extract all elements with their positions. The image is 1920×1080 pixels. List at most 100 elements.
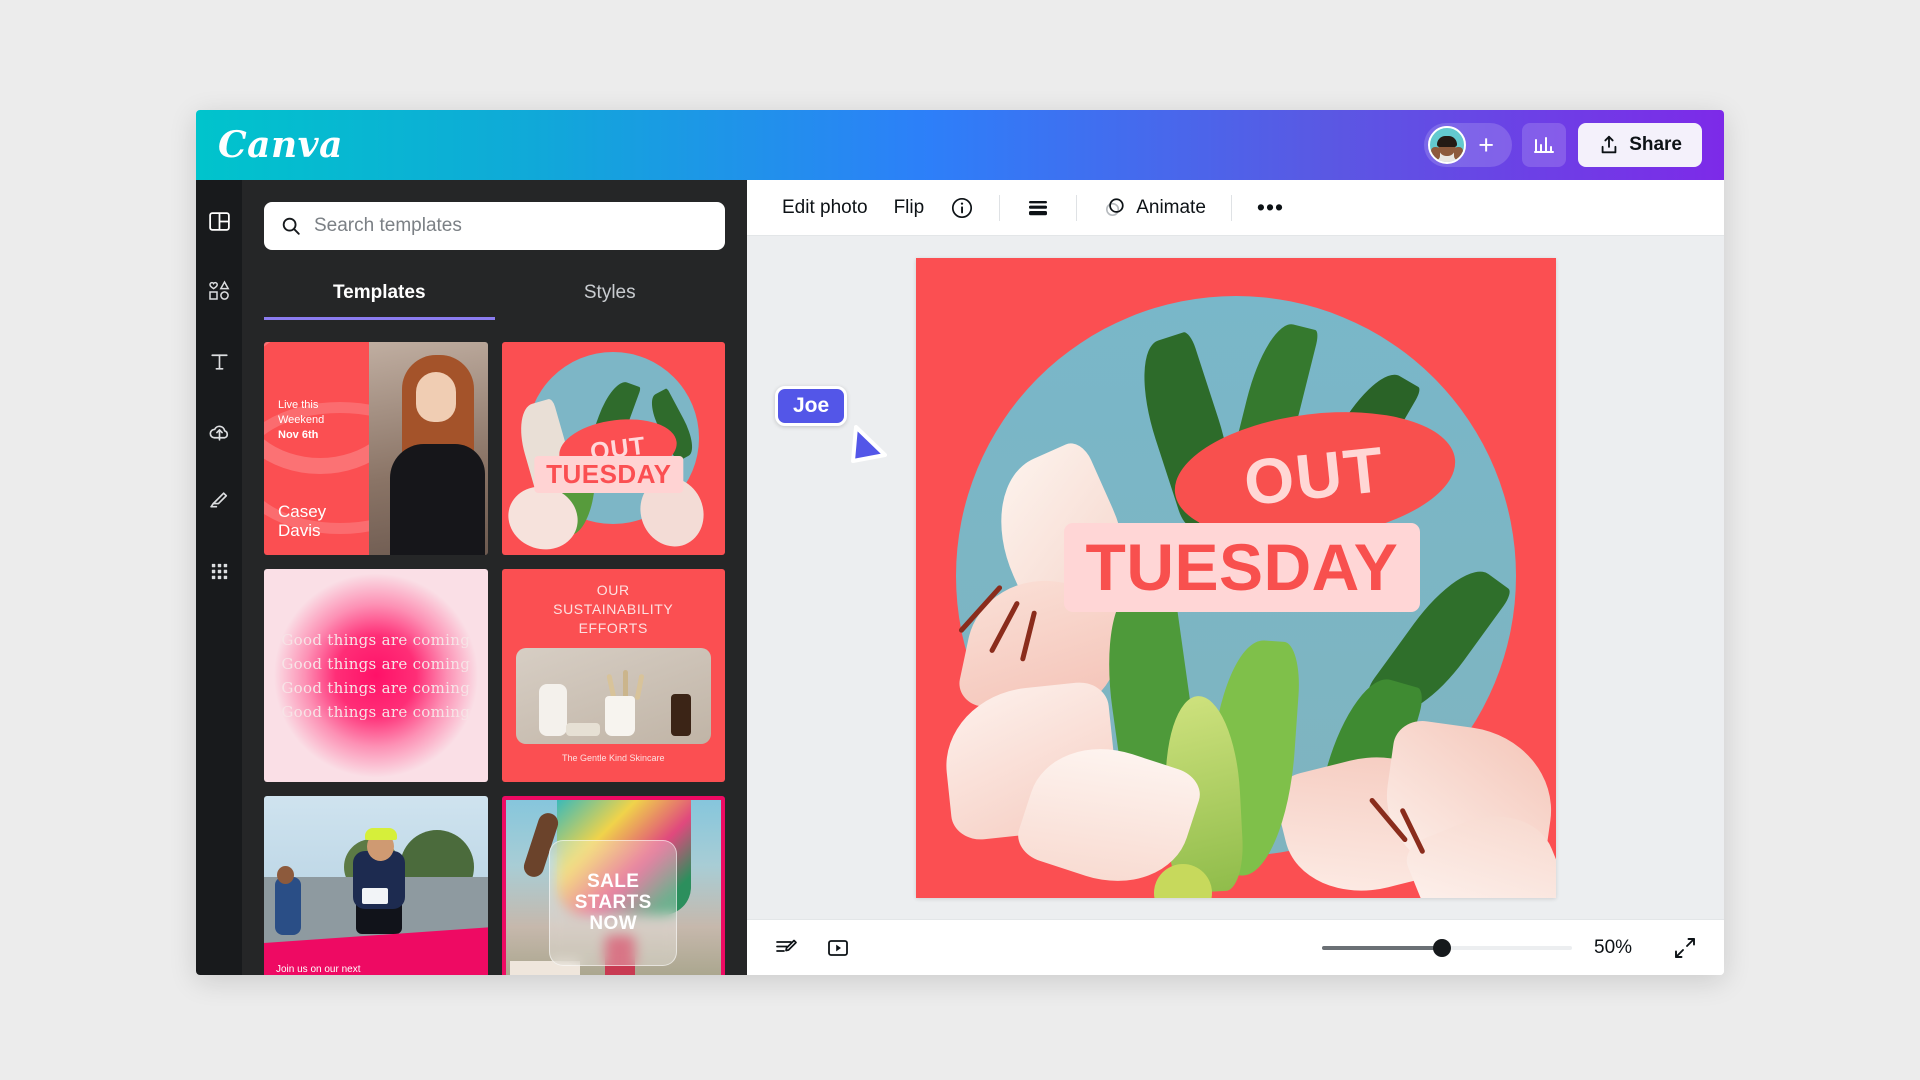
elements-shapes-icon [209, 280, 230, 300]
zoom-slider[interactable] [1322, 938, 1572, 957]
panel-tabs: Templates Styles [264, 272, 725, 320]
template-4-photo [515, 647, 711, 744]
analytics-button[interactable] [1522, 123, 1567, 167]
photo-soap [566, 722, 601, 736]
more-options-button[interactable]: ••• [1244, 186, 1297, 229]
position-button[interactable] [1012, 187, 1064, 229]
info-button[interactable] [937, 188, 987, 228]
sidebar-item-text[interactable] [202, 344, 236, 378]
template-5-text: Join us on our next RUN CLUB! [276, 964, 384, 975]
tab-styles[interactable]: Styles [495, 272, 726, 320]
template-4-caption: The Gentle Kind Skincare [561, 752, 665, 763]
template-card-sale-starts-now[interactable]: SALE STARTS NOW [501, 796, 725, 975]
apps-grid-icon [211, 563, 227, 579]
canvas-area: OUT TUESDAY Joe [747, 236, 1724, 919]
template-3-line-1: Good things are coming [281, 630, 471, 649]
template-1-date: Nov 6th [278, 428, 319, 441]
bar-chart-icon [1534, 137, 1555, 153]
notes-button[interactable] [769, 931, 803, 965]
template-1-line1: Live this [278, 399, 319, 411]
tab-templates[interactable]: Templates [264, 272, 495, 320]
search-input[interactable] [314, 215, 709, 237]
template-1-speaker-name: Casey Davis [278, 502, 326, 541]
uploads-cloud-icon [209, 425, 228, 441]
template-grid: Live this Weekend Nov 6th Casey Davis OU… [264, 342, 725, 975]
template-card-out-tuesday[interactable]: OUT TUESDAY [501, 342, 725, 555]
sidebar-item-draw[interactable] [202, 484, 236, 518]
search-box[interactable] [264, 202, 725, 250]
template-2-art: OUT TUESDAY [501, 342, 725, 555]
present-button[interactable] [821, 931, 855, 965]
template-4-art: OUR SUSTAINABILITY EFFORTS The Gentle Ki… [501, 569, 725, 782]
template-2-word-tuesday: TUESDAY [534, 456, 684, 493]
left-rail [196, 180, 242, 975]
present-play-icon [828, 939, 848, 956]
template-4-title-line3: EFFORTS [578, 619, 648, 636]
text-icon [210, 353, 228, 370]
photo-runner-cap [364, 827, 397, 840]
draw-pen-icon [209, 491, 227, 508]
template-1-line2: Weekend [278, 413, 325, 426]
photo-runner-background [275, 876, 302, 935]
design-canvas[interactable]: OUT TUESDAY [915, 257, 1556, 898]
fullscreen-button[interactable] [1668, 931, 1702, 965]
template-card-good-things[interactable]: Good things are coming Good things are c… [264, 569, 488, 782]
zoom-level-label: 50% [1594, 936, 1633, 958]
expand-diagonal-icon [1675, 937, 1695, 958]
canva-editor-window: Canva + Share Search templates Templates… [196, 110, 1724, 975]
template-3-art: Good things are coming Good things are c… [264, 569, 488, 782]
template-4-title: OUR SUSTAINABILITY EFFORTS [516, 581, 712, 638]
collaborators-group: + [1424, 123, 1513, 167]
avatar-arm-right [1454, 147, 1464, 160]
toolbar-divider-3 [1230, 194, 1232, 221]
animate-button[interactable]: Animate [1089, 187, 1219, 228]
template-1-name-last: Davis [278, 521, 321, 541]
template-card-sustainability[interactable]: OUR SUSTAINABILITY EFFORTS The Gentle Ki… [501, 569, 725, 782]
templates-panel: Templates Styles Live this Weekend Nov [242, 180, 747, 975]
sidebar-item-design[interactable] [202, 204, 236, 238]
photo-face [416, 371, 457, 422]
collaborator-cursor-joe: Joe [775, 386, 887, 463]
sidebar-item-uploads[interactable] [202, 414, 236, 448]
top-brand-bar: Canva + Share [196, 110, 1724, 180]
template-6-line1: SALE [587, 870, 640, 892]
template-card-speaker-event[interactable]: Live this Weekend Nov 6th Casey Davis [264, 342, 488, 555]
template-4-title-line1: OUR [596, 582, 630, 598]
search-icon [282, 217, 300, 235]
flip-button[interactable]: Flip [881, 189, 938, 227]
animate-circles-icon [1106, 198, 1124, 217]
canva-logo[interactable]: Canva [218, 124, 343, 166]
brand-bar-actions: + Share [1424, 123, 1702, 167]
info-circle-icon [952, 197, 973, 218]
edit-photo-button[interactable]: Edit photo [769, 189, 881, 227]
animate-label: Animate [1136, 196, 1206, 218]
upload-icon [1601, 135, 1617, 154]
cursor-arrow-icon [851, 425, 887, 463]
canvas-word-tuesday[interactable]: TUESDAY [1063, 522, 1421, 613]
template-3-line-4: Good things are coming [281, 702, 471, 721]
share-button[interactable]: Share [1578, 123, 1702, 167]
zoom-slider-thumb[interactable] [1433, 938, 1451, 957]
template-6-art: SALE STARTS NOW [501, 796, 725, 975]
add-member-button[interactable]: + [1466, 125, 1506, 165]
avatar-hair [1437, 136, 1458, 148]
bottom-bar: 50% [747, 919, 1724, 975]
notes-edit-icon [776, 939, 797, 952]
sidebar-item-elements[interactable] [202, 274, 236, 308]
toolbar-divider-1 [999, 194, 1001, 221]
template-card-run-club[interactable]: Join us on our next RUN CLUB! [264, 796, 488, 975]
photo-runner-bib [362, 887, 389, 904]
avatar[interactable] [1428, 126, 1467, 164]
template-1-event-text: Live this Weekend Nov 6th [278, 398, 324, 443]
photo-brush-3 [634, 673, 645, 700]
photo-vase [538, 683, 567, 736]
template-1-photo [369, 342, 488, 555]
object-toolbar: Edit photo Flip Animate ••• [747, 180, 1724, 236]
canvas-word-out: OUT [1240, 432, 1389, 519]
template-6-line2: STARTS [574, 891, 652, 913]
toolbar-divider-2 [1076, 194, 1078, 221]
editor-area: Edit photo Flip Animate ••• OUT TUESDAY … [747, 180, 1724, 975]
design-layout-icon [208, 211, 230, 231]
template-3-line-3: Good things are coming [281, 678, 471, 697]
sidebar-item-apps[interactable] [202, 554, 236, 588]
